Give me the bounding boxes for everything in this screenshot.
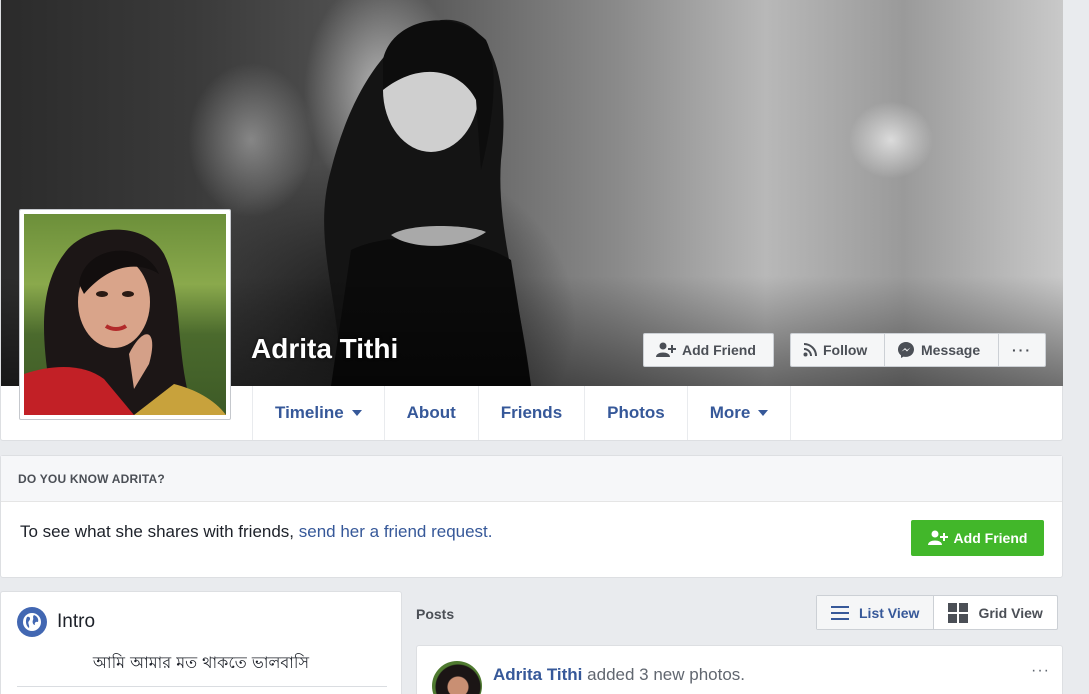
- friend-request-prompt: To see what she shares with friends,: [20, 522, 295, 541]
- intro-header: Intro: [17, 607, 95, 637]
- chevron-down-icon: [758, 410, 769, 416]
- avatar[interactable]: [432, 661, 482, 694]
- add-friend-primary-button[interactable]: Add Friend: [911, 520, 1044, 556]
- more-options-icon: ···: [1012, 342, 1032, 358]
- tab-more-label: More: [709, 403, 751, 422]
- grid-view-icon: [948, 602, 969, 623]
- profile-picture-image: [24, 214, 226, 415]
- follow-button[interactable]: Follow: [791, 334, 885, 366]
- intro-bio: আমি আমার মত থাকতে ভালবাসি: [92, 653, 310, 672]
- tab-more[interactable]: More: [688, 386, 792, 440]
- friend-request-heading: DO YOU KNOW ADRITA?: [1, 456, 1062, 502]
- posts-heading: Posts: [416, 606, 455, 622]
- profile-picture-figure: [24, 229, 226, 415]
- chevron-down-icon: [351, 410, 362, 416]
- globe-icon: [17, 607, 47, 637]
- add-friend-button[interactable]: Add Friend: [643, 333, 774, 367]
- profile-header: Adrita Tithi Add Friend Follow Message ·…: [0, 0, 1063, 441]
- tab-friends-label: Friends: [500, 403, 563, 422]
- post-author-link[interactable]: Adrita Tithi: [493, 665, 582, 684]
- intro-card: Intro আমি আমার মত থাকতে ভালবাসি: [0, 591, 402, 694]
- profile-action-group: Follow Message ···: [790, 333, 1046, 367]
- post-options-icon[interactable]: ···: [1031, 662, 1050, 680]
- add-friend-primary-label: Add Friend: [953, 530, 1028, 546]
- list-view-label: List View: [859, 604, 920, 621]
- add-friend-label: Add Friend: [682, 342, 756, 358]
- follow-label: Follow: [823, 342, 868, 358]
- message-label: Message: [921, 342, 981, 358]
- list-view-button[interactable]: List View: [817, 596, 935, 629]
- profile-nav: Timeline About Friends Photos More: [252, 386, 792, 440]
- posts-view-toggle: List View Grid View: [816, 595, 1058, 630]
- post-action-text: added 3 new photos.: [587, 665, 746, 684]
- tab-timeline[interactable]: Timeline: [253, 386, 385, 440]
- page-gutter: [1064, 0, 1089, 694]
- post-header-line: Adrita Tithi added 3 new photos.: [493, 665, 745, 685]
- list-view-icon: [831, 605, 849, 620]
- add-friend-icon: [656, 342, 676, 357]
- tab-photos[interactable]: Photos: [585, 386, 688, 440]
- tab-photos-label: Photos: [607, 403, 665, 422]
- message-button[interactable]: Message: [885, 334, 999, 366]
- grid-view-button[interactable]: Grid View: [934, 596, 1056, 629]
- friend-request-panel: DO YOU KNOW ADRITA? To see what she shar…: [0, 455, 1063, 578]
- tab-friends[interactable]: Friends: [479, 386, 586, 440]
- tab-about-label: About: [406, 403, 456, 422]
- post-card: Adrita Tithi added 3 new photos. ···: [416, 645, 1063, 694]
- intro-title: Intro: [57, 611, 96, 632]
- friend-request-text: To see what she shares with friends, sen…: [20, 522, 493, 542]
- more-options-button[interactable]: ···: [999, 334, 1045, 366]
- send-friend-request-link[interactable]: send her a friend request.: [299, 522, 493, 541]
- tab-timeline-label: Timeline: [275, 403, 344, 422]
- rss-icon: [803, 343, 817, 357]
- grid-view-label: Grid View: [978, 604, 1043, 621]
- profile-name[interactable]: Adrita Tithi: [251, 333, 398, 365]
- profile-picture[interactable]: [19, 209, 231, 420]
- intro-divider: [17, 686, 387, 687]
- tab-about[interactable]: About: [385, 386, 479, 440]
- add-friend-icon: [927, 530, 948, 545]
- messenger-icon: [898, 342, 914, 358]
